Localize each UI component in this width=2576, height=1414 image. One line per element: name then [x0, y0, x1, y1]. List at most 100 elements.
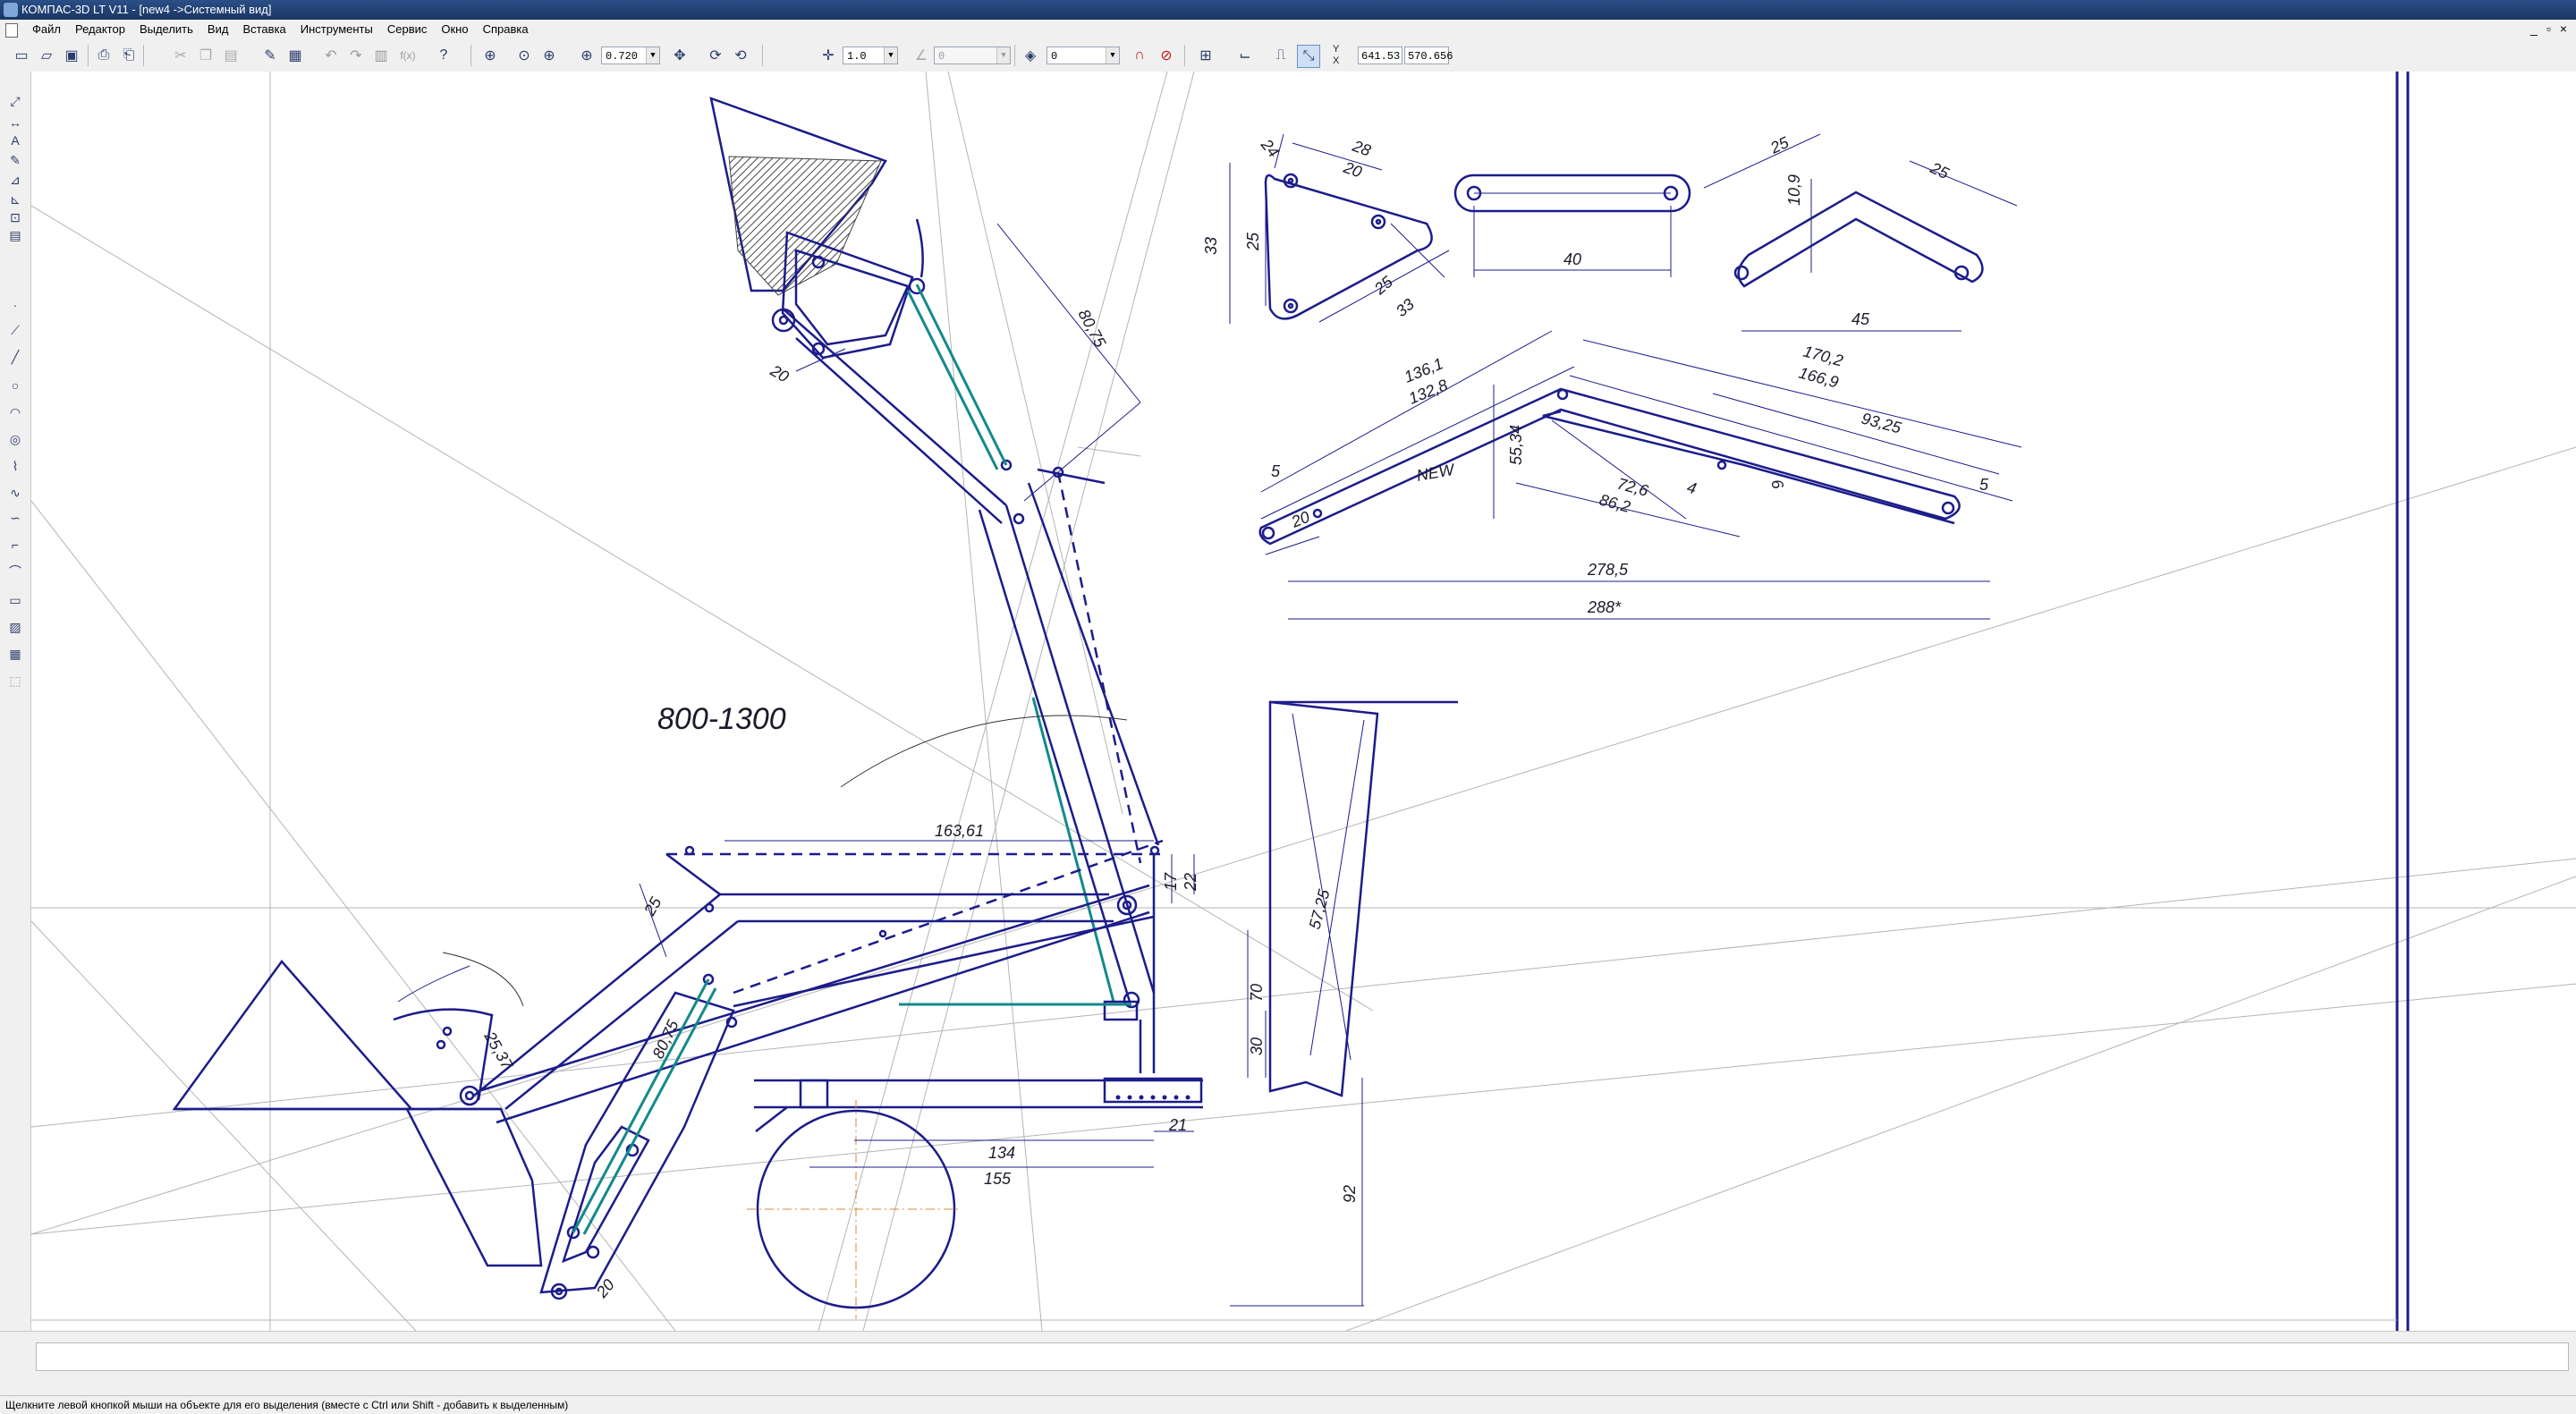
angle-icon[interactable]: ∠	[911, 45, 932, 66]
menu-edit[interactable]: Редактор	[68, 22, 132, 36]
dim-33-tri: 33	[1393, 295, 1418, 320]
chevron-down-icon[interactable]: ▼	[884, 47, 897, 64]
status-bar: Щелкните левой кнопкой мыши на объекте д…	[0, 1395, 2576, 1414]
dim-4: 4	[1685, 478, 1699, 498]
dimensions-panel-icon[interactable]: ↔	[4, 113, 26, 132]
print-preview-icon[interactable]: ⎙	[93, 45, 114, 66]
step-cursor-icon[interactable]: ✛	[818, 45, 839, 66]
chamfer-icon[interactable]: ⌐	[4, 535, 26, 555]
hatch-icon[interactable]: ▨	[4, 617, 26, 637]
snap-magnet-icon[interactable]: ∩	[1129, 45, 1150, 66]
fill-icon[interactable]: ▦	[4, 644, 26, 664]
dim-163-61: 163,61	[935, 822, 984, 840]
redraw-icon[interactable]: ⟲	[730, 45, 751, 66]
chevron-down-icon[interactable]: ▼	[996, 47, 1010, 64]
properties-icon[interactable]: ✎	[259, 45, 281, 66]
geometry-panel-icon[interactable]: ⤢	[4, 91, 26, 111]
new-document-icon[interactable]: ▭	[11, 45, 32, 66]
point-icon[interactable]: ·	[4, 295, 26, 315]
edit-panel-icon[interactable]: ✎	[4, 150, 26, 170]
select-panel-icon[interactable]: ⊡	[4, 207, 26, 227]
grid-icon[interactable]: ⊞	[1195, 45, 1216, 66]
help-pointer-icon[interactable]: ?	[433, 45, 454, 66]
params-panel-icon[interactable]: ⊿	[4, 170, 26, 190]
menu-insert[interactable]: Вставка	[235, 22, 292, 36]
ellipse-icon[interactable]: ◎	[4, 429, 26, 449]
menu-tools[interactable]: Инструменты	[293, 22, 380, 36]
chevron-down-icon[interactable]: ▼	[646, 47, 659, 64]
polyline-icon[interactable]: ⌇	[4, 456, 26, 476]
zoom-window-icon[interactable]: ⊙	[513, 45, 535, 66]
dim-93-25: 93,25	[1860, 410, 1904, 437]
circle-icon[interactable]: ○	[4, 376, 26, 395]
annotations-panel-icon[interactable]: A	[4, 131, 26, 150]
save-icon[interactable]: ▣	[61, 45, 82, 66]
local-cs-icon[interactable]: ⌙	[1234, 45, 1256, 66]
print-icon[interactable]: ⎗	[118, 45, 140, 66]
document-icon[interactable]	[5, 23, 18, 38]
layer-combo[interactable]: 0 ▼	[1046, 47, 1120, 64]
dim-57-25: 57,25	[1306, 886, 1334, 931]
dim-25-b: 25	[1927, 158, 1952, 182]
zoom-icon[interactable]: ⊕	[576, 45, 597, 66]
bezier-icon[interactable]: ∿	[4, 483, 26, 503]
variables-icon[interactable]: f(x)	[397, 45, 419, 66]
arc-icon[interactable]: ◠	[4, 402, 26, 422]
dim-55-34: 55,34	[1507, 425, 1525, 465]
menu-help[interactable]: Справка	[476, 22, 536, 36]
undo-icon[interactable]: ↶	[320, 45, 342, 66]
copy-icon[interactable]: ❐	[195, 45, 216, 66]
zoom-in-icon[interactable]: ⊕	[538, 45, 560, 66]
snap-toggle-icon[interactable]: ⊘	[1156, 45, 1177, 66]
coord-x-field[interactable]: 641.53	[1358, 47, 1402, 64]
close-doc-button[interactable]: ×	[2560, 21, 2567, 36]
menu-window[interactable]: Окно	[434, 22, 475, 36]
command-input[interactable]	[36, 1342, 2569, 1371]
coord-y-field[interactable]: 570.656	[1404, 47, 1453, 64]
menu-file[interactable]: Файл	[25, 22, 68, 36]
dim-45: 45	[1852, 310, 1870, 328]
range-label: 800-1300	[657, 702, 786, 736]
step-combo[interactable]: 1.0 ▼	[843, 47, 898, 64]
slotted-link	[1453, 174, 1691, 213]
dim-25-v: 25	[1244, 232, 1262, 251]
dim-10-9: 10,9	[1785, 174, 1803, 206]
measure-panel-icon[interactable]: ⊾	[4, 190, 26, 209]
spline-icon[interactable]: ∽	[4, 508, 26, 528]
dim-134: 134	[988, 1144, 1015, 1162]
v-link	[1733, 191, 1984, 288]
zoom-combo[interactable]: 0.720 ▼	[601, 47, 660, 64]
dim-17: 17	[1162, 872, 1180, 891]
segment-icon[interactable]: ╱	[4, 347, 26, 367]
dim-25-low: 25	[640, 893, 665, 919]
minimize-doc-button[interactable]: _	[2530, 21, 2538, 36]
redo-icon[interactable]: ↷	[345, 45, 367, 66]
paste-icon[interactable]: ▤	[220, 45, 242, 66]
pan-icon[interactable]: ✥	[669, 45, 691, 66]
dim-25-tri: 25	[1370, 272, 1397, 298]
open-folder-icon[interactable]: ▱	[36, 45, 57, 66]
fillet-icon[interactable]: ⌒	[4, 562, 26, 581]
restore-doc-button[interactable]: ▫	[2546, 21, 2551, 36]
ortho-icon[interactable]: ⎍	[1270, 45, 1292, 66]
refresh-icon[interactable]: ⟳	[705, 45, 726, 66]
dim-70: 70	[1248, 984, 1266, 1002]
rectangle-icon[interactable]: ▭	[4, 590, 26, 610]
zoom-all-icon[interactable]: ⊕	[479, 45, 501, 66]
coord-label-x: X	[1333, 55, 1340, 66]
drawing-canvas[interactable]: 80,75 20 33 25 24 28 20 25 33 40 45 25 2…	[31, 72, 2576, 1331]
manager-icon[interactable]: ▥	[370, 45, 392, 66]
angle-combo[interactable]: 0 ▼	[934, 47, 1011, 64]
specs-panel-icon[interactable]: ▤	[4, 225, 26, 245]
table-icon[interactable]: ▦	[284, 45, 306, 66]
chevron-down-icon[interactable]: ▼	[1106, 47, 1119, 64]
layers-icon[interactable]: ◈	[1020, 45, 1041, 66]
round-coords-icon[interactable]: ⤡	[1297, 45, 1320, 68]
menu-service[interactable]: Сервис	[380, 22, 435, 36]
cut-icon[interactable]: ✂	[170, 45, 191, 66]
frame-holes	[1115, 1095, 1191, 1100]
aux-line-icon[interactable]: ⟋	[4, 320, 26, 340]
menu-view[interactable]: Вид	[200, 22, 236, 36]
contour-icon[interactable]: ⬚	[4, 671, 26, 690]
menu-select[interactable]: Выделить	[132, 22, 200, 36]
